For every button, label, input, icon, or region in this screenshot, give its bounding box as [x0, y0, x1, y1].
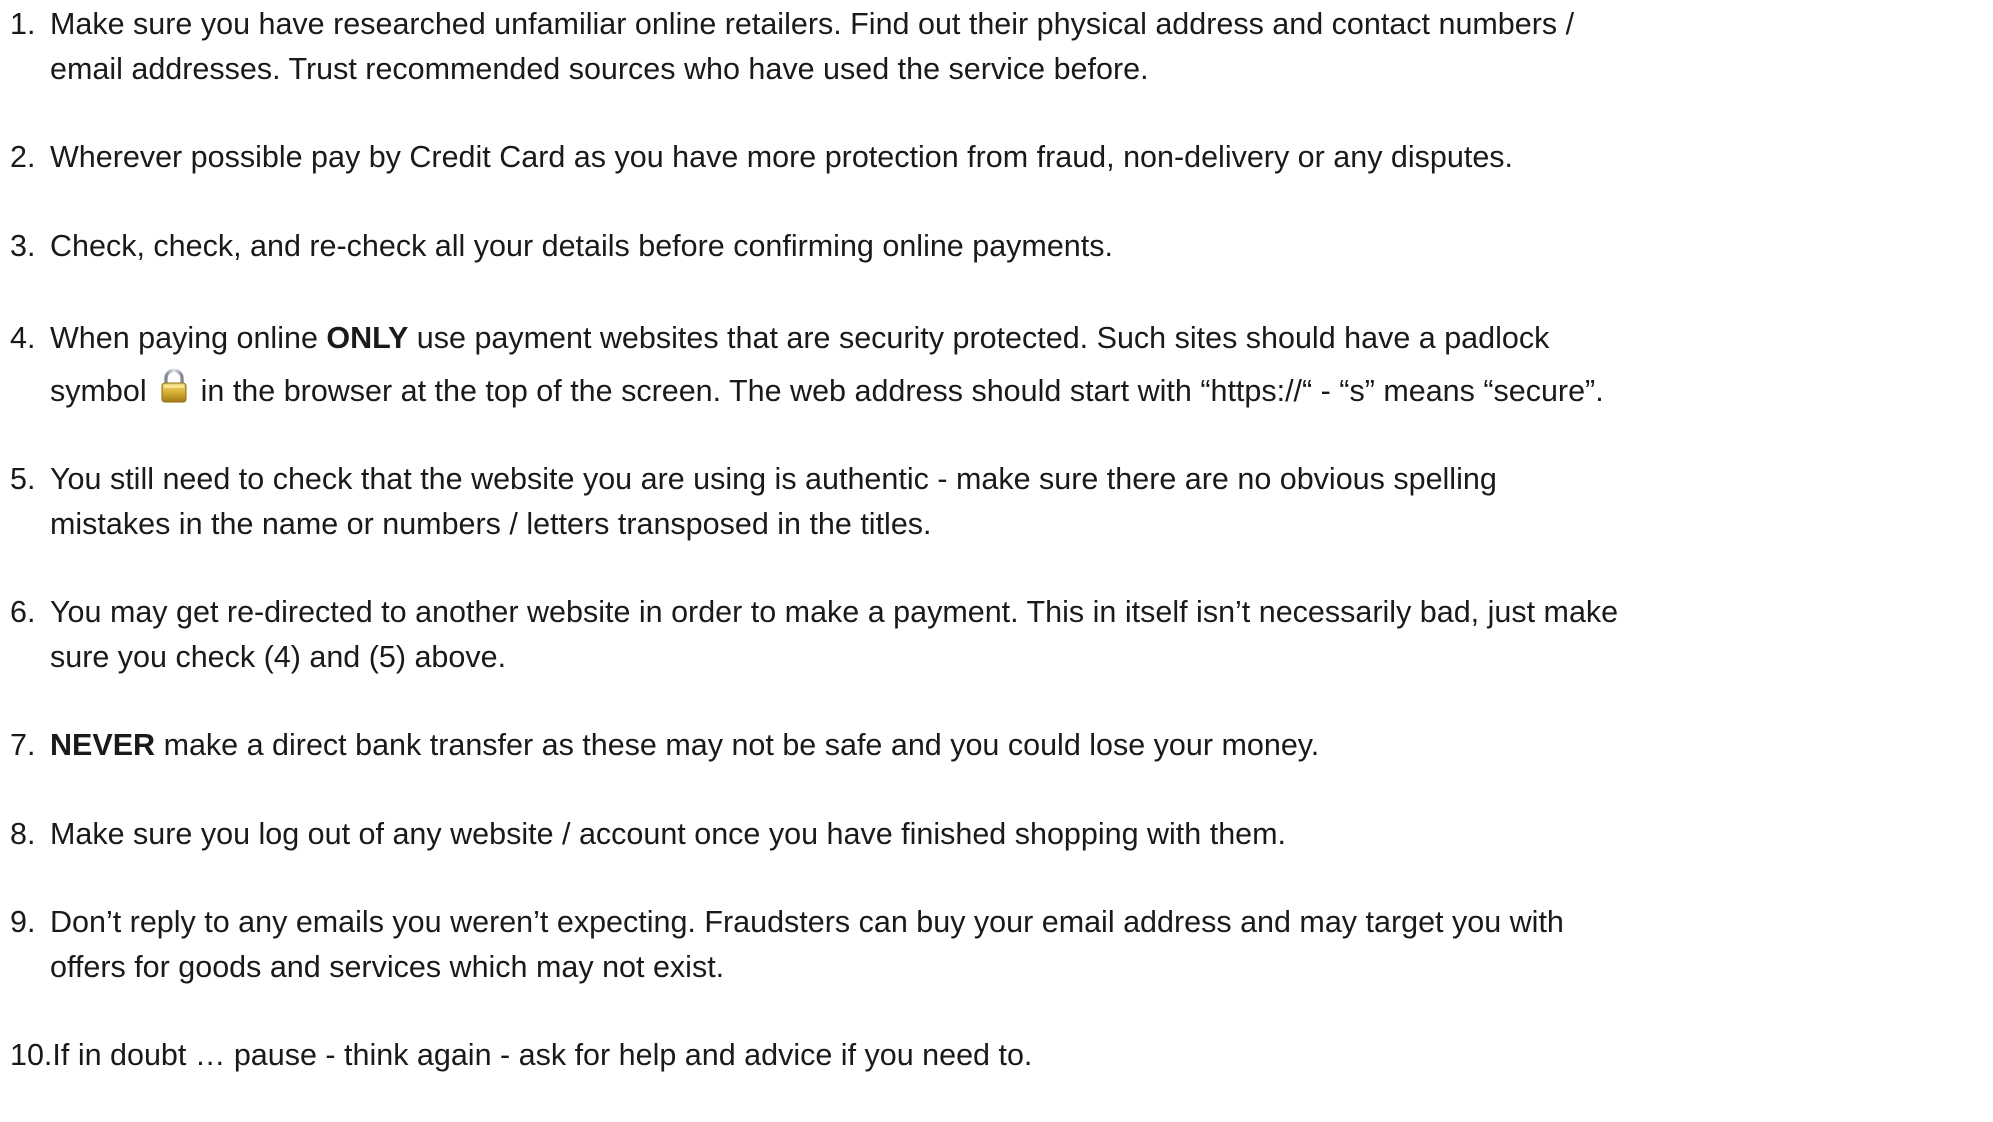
- tip-text: sure you check (4) and (5) above.: [50, 639, 507, 674]
- tip-text: Don’t reply to any emails you weren’t ex…: [50, 905, 1564, 939]
- tip-text: symbol in the browser at the top of the …: [50, 365, 1985, 421]
- tip-number: 7.: [10, 728, 36, 762]
- tip-text: 10.If in doubt … pause - think again - a…: [10, 1033, 1985, 1078]
- tip-text: You still need to check that the website…: [50, 462, 1497, 496]
- tip-text-segment: make a direct bank transfer as these may…: [155, 728, 1320, 762]
- safety-tips-list: 1. Make sure you have researched unfamil…: [10, 2, 1985, 1122]
- tip-item-3: 3. Check, check, and re-check all your d…: [10, 224, 1985, 269]
- emphasis-never: NEVER: [50, 728, 156, 762]
- tip-text: Check, check, and re-check all your deta…: [50, 228, 1113, 263]
- tip-text-segment: If in doubt … pause - think again - ask …: [52, 1038, 1033, 1072]
- tip-item-2: 2. Wherever possible pay by Credit Card …: [10, 135, 1985, 180]
- tip-text: email addresses. Trust recommended sourc…: [50, 51, 1149, 86]
- tip-number: 9.: [10, 905, 36, 939]
- tip-text: Wherever possible pay by Credit Card as …: [50, 140, 1514, 174]
- tip-text-segment: in the browser at the top of the screen.…: [200, 374, 1604, 408]
- tip-text: When paying online ONLY use payment webs…: [50, 312, 1985, 365]
- tip-item-10: 10.If in doubt … pause - think again - a…: [10, 1033, 1985, 1078]
- tip-number: 10.: [10, 1038, 53, 1072]
- tip-item-9: 9. Don’t reply to any emails you weren’t…: [10, 900, 1985, 989]
- tip-text-segment: When paying online: [50, 321, 327, 355]
- tip-text: mistakes in the name or numbers / letter…: [50, 506, 932, 541]
- tip-text: Make sure you have researched unfamiliar…: [50, 7, 1575, 41]
- tip-item-1: 1. Make sure you have researched unfamil…: [10, 2, 1985, 91]
- tip-item-6: 6. You may get re-directed to another we…: [10, 590, 1985, 679]
- tip-item-4: 4. When paying online ONLY use payment w…: [10, 312, 1985, 421]
- tip-text: offers for goods and services which may …: [50, 949, 725, 984]
- tip-text-segment: symbol: [50, 374, 147, 408]
- tip-number: 6.: [10, 595, 36, 629]
- emphasis-only: ONLY: [326, 321, 409, 355]
- padlock-icon: [159, 368, 189, 421]
- tip-number: 2.: [10, 140, 36, 174]
- tip-number: 8.: [10, 816, 36, 851]
- tip-item-5: 5. You still need to check that the webs…: [10, 457, 1985, 546]
- tip-item-7: 7. NEVER make a direct bank transfer as …: [10, 723, 1985, 768]
- tip-text: Make sure you log out of any website / a…: [50, 816, 1286, 851]
- tip-text: NEVER make a direct bank transfer as the…: [50, 723, 1985, 768]
- tip-number: 1.: [10, 7, 36, 41]
- tip-text-segment: use payment websites that are security p…: [408, 321, 1550, 355]
- tip-text: You may get re-directed to another websi…: [50, 595, 1619, 629]
- tip-number: 3.: [10, 228, 36, 263]
- tip-number: 5.: [10, 462, 36, 496]
- tip-item-8: 8. Make sure you log out of any website …: [10, 812, 1985, 857]
- tip-number: 4.: [10, 321, 36, 355]
